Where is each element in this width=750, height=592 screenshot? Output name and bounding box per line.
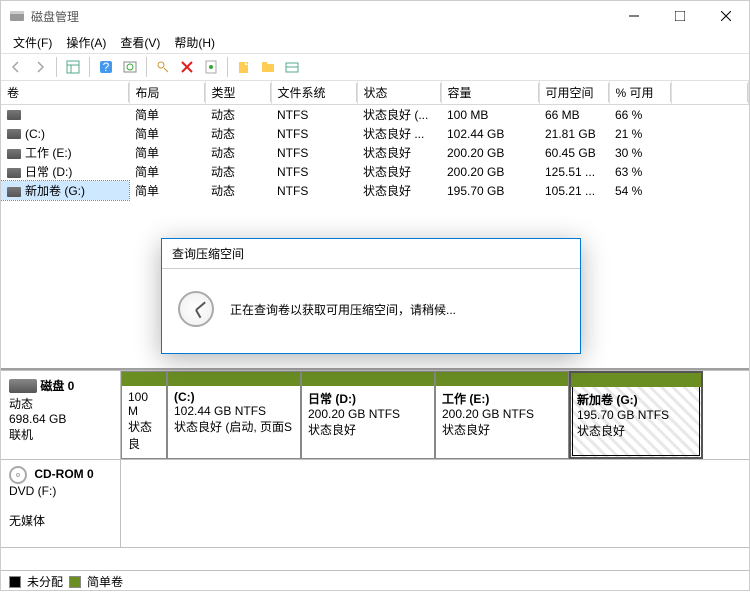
- col-free[interactable]: 可用空间: [539, 81, 609, 105]
- graphical-view[interactable]: 磁盘 0 动态 698.64 GB 联机 100 M状态良(C:)102.44 …: [1, 370, 749, 570]
- delete-button[interactable]: [176, 56, 198, 78]
- volume-icon: [7, 168, 21, 178]
- cdrom-label: CD-ROM 0 DVD (F:) 无媒体: [1, 460, 121, 547]
- disk-0-label: 磁盘 0 动态 698.64 GB 联机: [1, 371, 121, 459]
- search-button[interactable]: [152, 56, 174, 78]
- toolbar: ?: [1, 53, 749, 81]
- help-button[interactable]: ?: [95, 56, 117, 78]
- cdrom-status: 无媒体: [9, 514, 45, 528]
- partition[interactable]: (C:)102.44 GB NTFS状态良好 (启动, 页面S: [167, 371, 301, 459]
- close-button[interactable]: [703, 1, 749, 31]
- volume-icon: [7, 187, 21, 197]
- partition[interactable]: 日常 (D:)200.20 GB NTFS状态良好: [301, 371, 435, 459]
- disk-0-row[interactable]: 磁盘 0 动态 698.64 GB 联机 100 M状态良(C:)102.44 …: [1, 371, 749, 460]
- cdrom-row[interactable]: CD-ROM 0 DVD (F:) 无媒体: [1, 460, 749, 548]
- volume-icon: [7, 149, 21, 159]
- cdrom-type: DVD (F:): [9, 484, 56, 498]
- disk-0-name: 磁盘 0: [40, 379, 74, 393]
- dialog-title: 查询压缩空间: [162, 239, 580, 269]
- volume-row[interactable]: (C:)简单动态NTFS状态良好 ...102.44 GB21.81 GB21 …: [1, 124, 749, 143]
- volume-row[interactable]: 简单动态NTFS状态良好 (...100 MB66 MB66 %: [1, 105, 749, 125]
- legend: 未分配 简单卷: [1, 570, 749, 592]
- col-pct[interactable]: % 可用: [609, 81, 671, 105]
- cdrom-icon: [9, 466, 27, 484]
- menu-view[interactable]: 查看(V): [114, 32, 166, 53]
- col-layout[interactable]: 布局: [129, 81, 205, 105]
- volume-icon: [7, 110, 21, 120]
- volume-icon: [7, 129, 21, 139]
- volume-row[interactable]: 日常 (D:)简单动态NTFS状态良好200.20 GB125.51 ...63…: [1, 162, 749, 181]
- col-status[interactable]: 状态: [357, 81, 441, 105]
- menu-action[interactable]: 操作(A): [60, 32, 112, 53]
- open-button[interactable]: [257, 56, 279, 78]
- cdrom-partitions: [121, 460, 749, 547]
- legend-unallocated: 未分配: [27, 573, 63, 590]
- cdrom-name: CD-ROM 0: [34, 467, 93, 481]
- refresh-button[interactable]: [119, 56, 141, 78]
- partition[interactable]: 工作 (E:)200.20 GB NTFS状态良好: [435, 371, 569, 459]
- disk-0-status: 联机: [9, 428, 33, 442]
- svg-text:?: ?: [103, 60, 110, 74]
- views-button[interactable]: [62, 56, 84, 78]
- volume-row[interactable]: 工作 (E:)简单动态NTFS状态良好200.20 GB60.45 GB30 %: [1, 143, 749, 162]
- maximize-button[interactable]: [657, 1, 703, 31]
- clock-icon: [178, 291, 214, 327]
- properties-button[interactable]: [200, 56, 222, 78]
- partition[interactable]: 新加卷 (G:)195.70 GB NTFS状态良好: [569, 371, 703, 459]
- col-volume[interactable]: 卷: [1, 81, 129, 105]
- col-capacity[interactable]: 容量: [441, 81, 539, 105]
- query-shrink-dialog: 查询压缩空间 正在查询卷以获取可用压缩空间，请稍候...: [161, 238, 581, 354]
- forward-button: [29, 56, 51, 78]
- col-type[interactable]: 类型: [205, 81, 271, 105]
- new-button[interactable]: [233, 56, 255, 78]
- disk-0-type: 动态: [9, 397, 33, 411]
- col-fs[interactable]: 文件系统: [271, 81, 357, 105]
- window-title: 磁盘管理: [31, 8, 611, 25]
- dialog-text: 正在查询卷以获取可用压缩空间，请稍候...: [230, 301, 456, 318]
- column-headers[interactable]: 卷 布局 类型 文件系统 状态 容量 可用空间 % 可用: [1, 81, 749, 105]
- legend-simple: 简单卷: [87, 573, 123, 590]
- partition[interactable]: 100 M状态良: [121, 371, 167, 459]
- disk-0-partitions: 100 M状态良(C:)102.44 GB NTFS状态良好 (启动, 页面S日…: [121, 371, 749, 459]
- volume-row[interactable]: 新加卷 (G:)简单动态NTFS状态良好195.70 GB105.21 ...5…: [1, 181, 749, 200]
- disk-0-size: 698.64 GB: [9, 412, 66, 426]
- title-bar: 磁盘管理: [1, 1, 749, 31]
- extra-button[interactable]: [281, 56, 303, 78]
- disk-icon: [9, 379, 37, 393]
- menu-help[interactable]: 帮助(H): [168, 32, 221, 53]
- legend-swatch-unallocated: [9, 576, 21, 588]
- app-icon: [9, 8, 25, 24]
- legend-swatch-simple: [69, 576, 81, 588]
- back-button: [5, 56, 27, 78]
- menu-bar: 文件(F) 操作(A) 查看(V) 帮助(H): [1, 31, 749, 53]
- menu-file[interactable]: 文件(F): [7, 32, 58, 53]
- minimize-button[interactable]: [611, 1, 657, 31]
